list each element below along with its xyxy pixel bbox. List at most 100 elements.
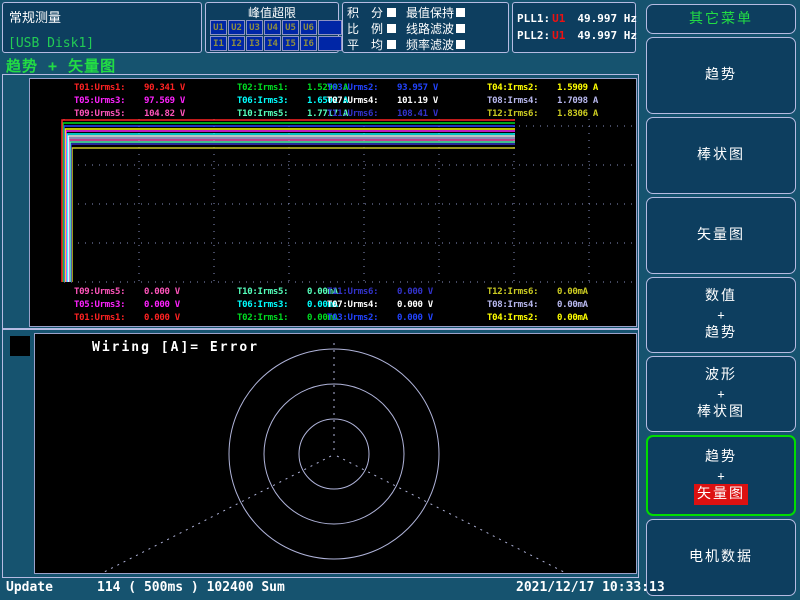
- page-title: 趋势 + 矢量图: [6, 55, 116, 76]
- peak-indicator-i5: I5: [282, 36, 299, 51]
- trend-value: T10:Irms5:0.00mA: [237, 287, 338, 297]
- peak-indicator-u2: U2: [228, 20, 245, 35]
- trend-value: T09:Urms5:0.000 V: [74, 287, 180, 297]
- trend-value: T05:Urms3:0.000 V: [74, 300, 180, 310]
- motor-data-label: 电机数据: [689, 547, 753, 568]
- corner-notch: [10, 336, 30, 356]
- trend-label: 趋势: [705, 323, 737, 344]
- integration-row: 积 分 最值保持: [347, 4, 504, 20]
- numeric-label: 数值: [705, 286, 737, 307]
- pll2-label: PLL2:: [517, 29, 550, 42]
- power-analyzer-screen: { "header": { "mode_label": "常规测量", "usb…: [0, 0, 800, 600]
- line-filter-label: 线路滤波: [406, 20, 454, 37]
- sidebar-button-vector[interactable]: 矢量图: [646, 197, 796, 274]
- trend-value: T08:Irms4:1.7098 A: [487, 96, 598, 106]
- max-hold-checkbox[interactable]: [456, 8, 465, 17]
- trace-t04: [65, 129, 515, 282]
- line-filter-checkbox[interactable]: [456, 24, 465, 33]
- trend-value: T01:Urms1:0.000 V: [74, 313, 180, 323]
- sidebar-button-numeric-trend[interactable]: 数值 + 趋势: [646, 277, 796, 353]
- peak-indicator-i6: I6: [300, 36, 317, 51]
- pll1-label: PLL1:: [517, 12, 550, 25]
- peak-over-limit-box: 峰值超限 U1 U2 U3 U4 U5 U6 I1 I2 I3 I4 I5 I6: [205, 2, 339, 53]
- vector-ring-middle: [264, 384, 404, 524]
- peak-indicator-i-spare: [318, 36, 342, 51]
- trace-t06: [67, 134, 515, 282]
- freq-filter-checkbox[interactable]: [456, 40, 465, 49]
- trend-value: T11:Urms6:0.000 V: [327, 287, 433, 297]
- peak-indicator-u5: U5: [282, 20, 299, 35]
- sidebar-button-trend-vector-selected[interactable]: 趋势 + 矢量图: [646, 435, 796, 516]
- peak-i-row: I1 I2 I3 I4 I5 I6: [210, 36, 342, 51]
- trend-value: T07:Urms4:101.19 V: [327, 96, 438, 106]
- peak-indicator-u6: U6: [300, 20, 317, 35]
- trace-t03: [64, 126, 515, 282]
- peak-indicator-i1: I1: [210, 36, 227, 51]
- trend-label: 趋势: [705, 447, 737, 468]
- freq-filter-label: 频率滤波: [406, 36, 454, 53]
- waveform-label: 波形: [705, 365, 737, 386]
- ratio-row: 比 例 线路滤波: [347, 20, 504, 36]
- trend-value: T11:Urms6:108.41 V: [327, 109, 438, 119]
- integ-char: 比: [347, 20, 361, 37]
- vector-axis-down-right: [337, 456, 636, 573]
- pll2-row: PLL2: U1 49.997 Hz: [517, 27, 631, 44]
- trend-value: T12:Irms6:1.8306 A: [487, 109, 598, 119]
- peak-indicator-i3: I3: [246, 36, 263, 51]
- max-hold-label: 最值保持: [406, 4, 454, 21]
- bar-graph-label: 棒状图: [697, 145, 745, 166]
- sidebar-button-other-menu[interactable]: 其它菜单: [646, 4, 796, 34]
- sidebar-button-waveform-bar[interactable]: 波形 + 棒状图: [646, 356, 796, 432]
- sidebar-button-bar-graph[interactable]: 棒状图: [646, 117, 796, 194]
- average-row: 平 均 频率滤波: [347, 36, 504, 52]
- plus-icon: +: [717, 307, 724, 323]
- trace-t05: [66, 131, 515, 282]
- average-checkbox[interactable]: [387, 40, 396, 49]
- integ-char: 例: [371, 20, 385, 37]
- integ-char: 积: [347, 4, 361, 21]
- trend-pane-outer: T01:Urms1:90.341 V T02:Irms1:1.5299 A T0…: [2, 74, 639, 329]
- trace-t02: [63, 123, 515, 282]
- integration-checkbox[interactable]: [387, 8, 396, 17]
- pll2-source: U1: [552, 29, 565, 42]
- peak-over-limit-title: 峰值超限: [206, 4, 338, 21]
- trace-t09: [69, 140, 515, 282]
- status-update-info: 114 ( 500ms ) 102400 Sum: [97, 580, 285, 595]
- plus-icon: +: [717, 468, 724, 484]
- vector-pane-outer: Wiring [A]= Error: [2, 329, 639, 578]
- trend-value: T04:Irms2:1.5909 A: [487, 83, 598, 93]
- ratio-checkbox[interactable]: [387, 24, 396, 33]
- plus-icon: +: [717, 386, 724, 402]
- trace-t08: [69, 138, 516, 282]
- bar-graph-label: 棒状图: [697, 402, 745, 423]
- trend-value: T02:Irms1:0.00mA: [237, 313, 338, 323]
- peak-indicator-i4: I4: [264, 36, 281, 51]
- trend-value: T05:Urms3:97.569 V: [74, 96, 185, 106]
- trend-value: T03:Urms2:0.000 V: [327, 313, 433, 323]
- pll1-source: U1: [552, 12, 565, 25]
- vector-label-highlighted: 矢量图: [694, 484, 748, 505]
- sidebar-button-motor-data[interactable]: 电机数据: [646, 519, 796, 596]
- peak-indicator-u-spare: [318, 20, 342, 35]
- pll2-frequency: 49.997 Hz: [577, 29, 637, 42]
- pll-box: PLL1: U1 49.997 Hz PLL2: U1 49.997 Hz: [512, 2, 636, 53]
- vector-pane: Wiring [A]= Error: [34, 333, 637, 574]
- trace-t10: [70, 142, 515, 282]
- trace-t07: [68, 136, 515, 282]
- vector-chart: [35, 334, 636, 573]
- peak-u-row: U1 U2 U3 U4 U5 U6: [210, 20, 342, 35]
- usb-disk-label: [USB Disk1]: [8, 36, 94, 51]
- trend-value: T09:Urms5:104.82 V: [74, 109, 185, 119]
- integ-char: 平: [347, 36, 361, 53]
- trend-value: T07:Urms4:0.000 V: [327, 300, 433, 310]
- vector-label: 矢量图: [697, 225, 745, 246]
- peak-indicator-u3: U3: [246, 20, 263, 35]
- vector-ring-inner: [299, 419, 369, 489]
- trend-value: T04:Irms2:0.00mA: [487, 313, 588, 323]
- status-update-label: Update: [6, 580, 53, 595]
- peak-indicator-u1: U1: [210, 20, 227, 35]
- sidebar-button-trend[interactable]: 趋势: [646, 37, 796, 114]
- trend-value: T03:Urms2:93.957 V: [327, 83, 438, 93]
- peak-indicator-i2: I2: [228, 36, 245, 51]
- vector-axis-down-left: [35, 456, 331, 573]
